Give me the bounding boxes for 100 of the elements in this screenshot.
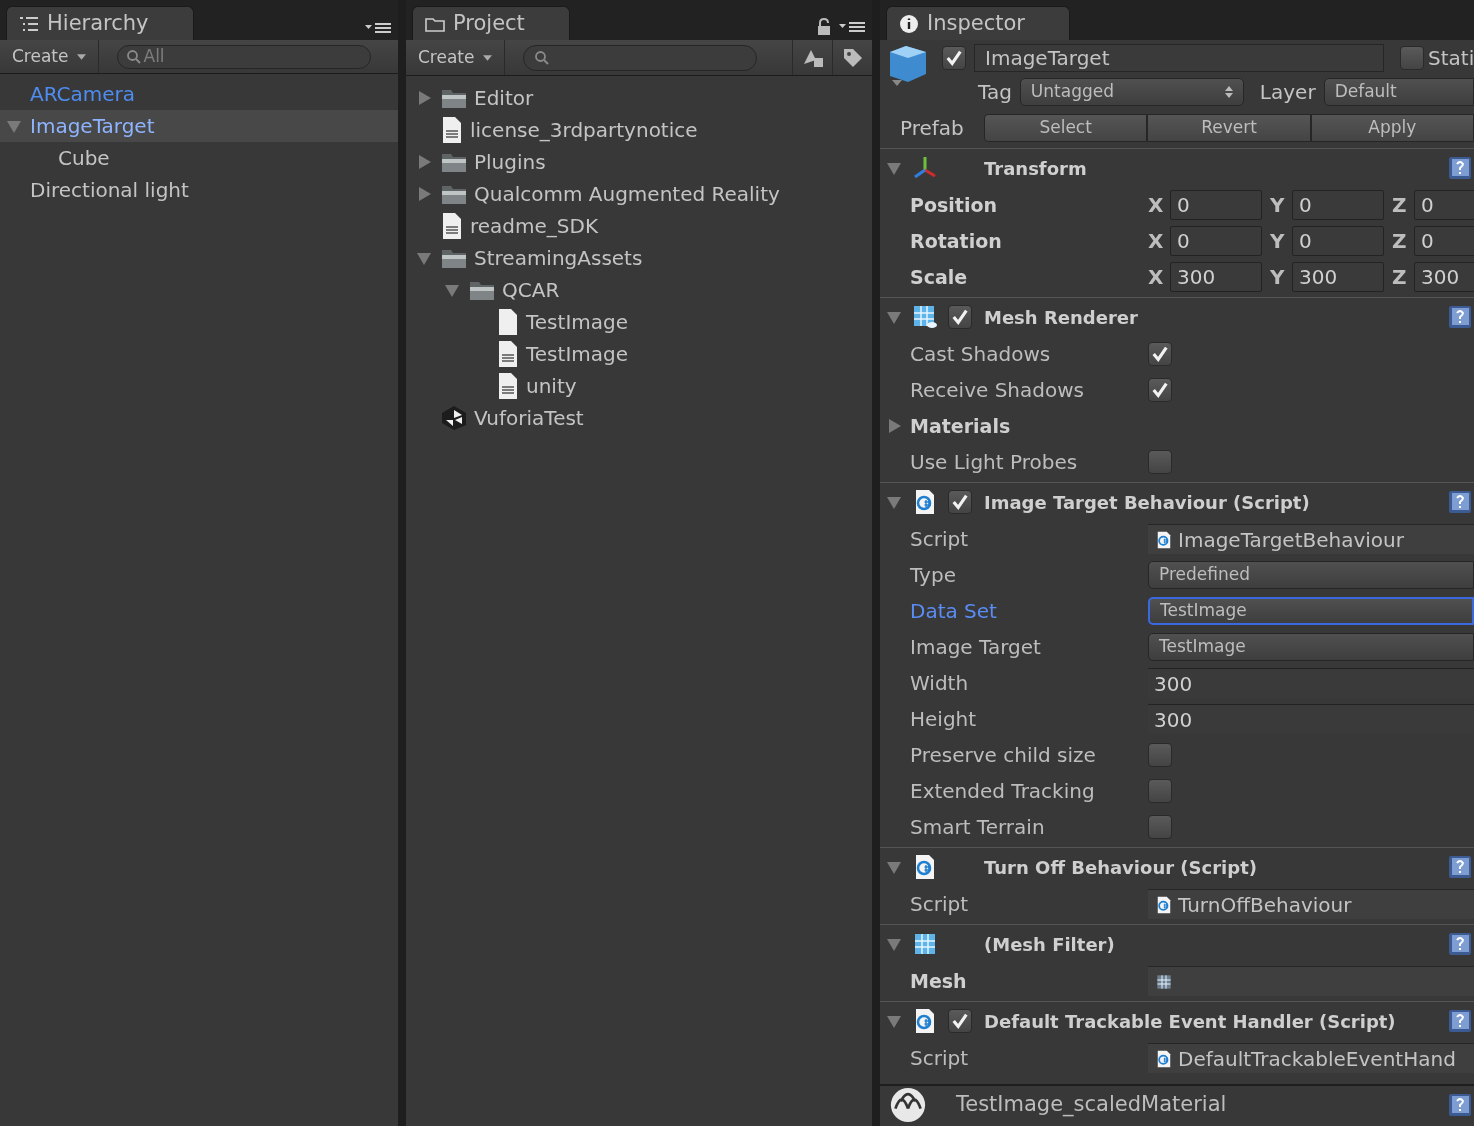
project-item[interactable]: Editor [474, 83, 534, 113]
dropdown[interactable]: Predefined [1148, 561, 1474, 589]
project-item[interactable]: Plugins [474, 147, 546, 177]
expanded-arrow-icon[interactable] [416, 250, 432, 266]
collapsed-arrow-icon[interactable] [416, 154, 432, 170]
checkbox[interactable] [1148, 378, 1172, 402]
hierarchy-item[interactable]: Directional light [0, 174, 398, 206]
create-dropdown[interactable]: Create [0, 40, 99, 73]
expanded-arrow-icon[interactable] [444, 282, 460, 298]
lock-icon[interactable] [816, 18, 832, 36]
number-field[interactable]: 0 [1292, 226, 1384, 256]
prefab-label: Prefab [900, 115, 965, 142]
object-field[interactable]: TurnOffBehaviour [1148, 889, 1474, 919]
number-field[interactable]: 300 [1170, 262, 1262, 292]
axis-label: Z [1392, 264, 1408, 291]
layer-label: Layer [1259, 79, 1316, 106]
hierarchy-item[interactable]: Cube [0, 142, 398, 174]
project-item[interactable]: unity [526, 371, 577, 401]
project-item[interactable]: StreamingAssets [474, 243, 643, 273]
panel-menu-icon[interactable] [364, 20, 392, 36]
collapsed-arrow-icon[interactable] [416, 186, 432, 202]
panel-tab[interactable]: Inspector [886, 6, 1070, 40]
expanded-arrow-icon[interactable] [886, 936, 902, 952]
checkbox[interactable] [1148, 342, 1172, 366]
number-field[interactable]: 0 [1170, 226, 1262, 256]
collapsed-arrow-icon[interactable] [416, 90, 432, 106]
expanded-arrow-icon[interactable] [886, 494, 902, 510]
number-field[interactable]: 0 [1292, 190, 1384, 220]
panel-tab[interactable]: Project [412, 6, 570, 40]
dropdown[interactable]: TestImage [1148, 633, 1474, 661]
help-book-icon[interactable] [1448, 305, 1472, 329]
expanded-arrow-icon[interactable] [886, 309, 902, 325]
help-book-icon[interactable] [1448, 490, 1472, 514]
number-field[interactable]: 0 [1170, 190, 1262, 220]
project-item[interactable]: Qualcomm Augmented Reality [474, 179, 780, 209]
object-name-field[interactable]: ImageTarget [974, 44, 1384, 72]
static-checkbox[interactable] [1400, 46, 1424, 70]
property-label: Type [910, 562, 957, 589]
search-field[interactable] [522, 44, 757, 71]
hierarchy-item[interactable]: ARCamera [0, 78, 398, 110]
project-item[interactable]: TestImage [526, 339, 629, 369]
checkbox[interactable] [1148, 743, 1172, 767]
help-book-icon[interactable] [1448, 156, 1472, 180]
help-book-icon[interactable] [1448, 1093, 1472, 1117]
object-field[interactable]: DefaultTrackableEventHand [1148, 1043, 1474, 1073]
property-label: Cast Shadows [910, 341, 1052, 368]
panel-menu-icon[interactable] [838, 19, 866, 35]
enable-checkbox[interactable] [948, 305, 972, 329]
panel-tab[interactable]: Hierarchy [6, 6, 194, 40]
script-file-icon [914, 489, 936, 515]
project-item[interactable]: QCAR [502, 275, 560, 305]
object-field[interactable] [1148, 966, 1474, 996]
prefab-button[interactable]: Apply [1310, 114, 1474, 142]
property-label: Mesh [910, 968, 968, 994]
tag-dropdown[interactable]: Untagged [1019, 78, 1244, 106]
search-icon [533, 49, 550, 66]
hierarchy-item-label: Directional light [30, 177, 189, 204]
project-item[interactable]: license_3rdpartynotice [470, 115, 698, 145]
expanded-arrow-icon[interactable] [886, 160, 902, 176]
component-title: Image Target Behaviour (Script) [984, 490, 1311, 515]
component-title: Mesh Renderer [984, 305, 1139, 330]
hierarchy-item[interactable]: ImageTarget [0, 110, 398, 142]
layer-dropdown[interactable]: Default [1323, 78, 1474, 106]
property-label: Script [910, 1045, 969, 1072]
collapsed-arrow-icon[interactable] [886, 418, 902, 434]
dropdown[interactable]: TestImage [1148, 597, 1474, 625]
expanded-arrow-icon[interactable] [886, 1013, 902, 1029]
object-field[interactable]: ImageTargetBehaviour [1148, 524, 1474, 554]
checkbox[interactable] [1148, 450, 1172, 474]
expanded-arrow-icon[interactable] [6, 118, 22, 134]
expanded-arrow-icon[interactable] [886, 859, 902, 875]
script-file-icon [914, 854, 936, 880]
number-field[interactable]: 0 [1414, 190, 1474, 220]
project-item[interactable]: VuforiaTest [474, 403, 584, 433]
active-checkbox[interactable] [942, 46, 966, 70]
axis-label: Z [1392, 192, 1408, 219]
enable-checkbox[interactable] [948, 490, 972, 514]
checkbox[interactable] [1148, 815, 1172, 839]
number-field[interactable]: 0 [1414, 226, 1474, 256]
script-file-icon [1156, 1049, 1172, 1068]
folder-tab-icon [425, 15, 445, 32]
mesh-renderer-icon [912, 304, 938, 330]
enable-checkbox[interactable] [948, 1009, 972, 1033]
help-book-icon[interactable] [1448, 932, 1472, 956]
help-book-icon[interactable] [1448, 1009, 1472, 1033]
property-label: Image Target [910, 634, 1042, 661]
axis-label: Y [1270, 228, 1286, 255]
component-title: (Mesh Filter) [984, 932, 1116, 957]
number-field[interactable]: 300 [1414, 262, 1474, 292]
project-item[interactable]: readme_SDK [470, 211, 599, 241]
help-book-icon[interactable] [1448, 855, 1472, 879]
axis-label: Y [1270, 192, 1286, 219]
document-icon [496, 340, 520, 368]
checkbox[interactable] [1148, 779, 1172, 803]
prefab-button[interactable]: Select [984, 114, 1148, 142]
blank-file-icon [496, 308, 520, 336]
number-field[interactable]: 300 [1292, 262, 1384, 292]
prefab-button[interactable]: Revert [1147, 114, 1311, 142]
property-label: Materials [910, 413, 1012, 439]
project-item[interactable]: TestImage [526, 307, 629, 337]
